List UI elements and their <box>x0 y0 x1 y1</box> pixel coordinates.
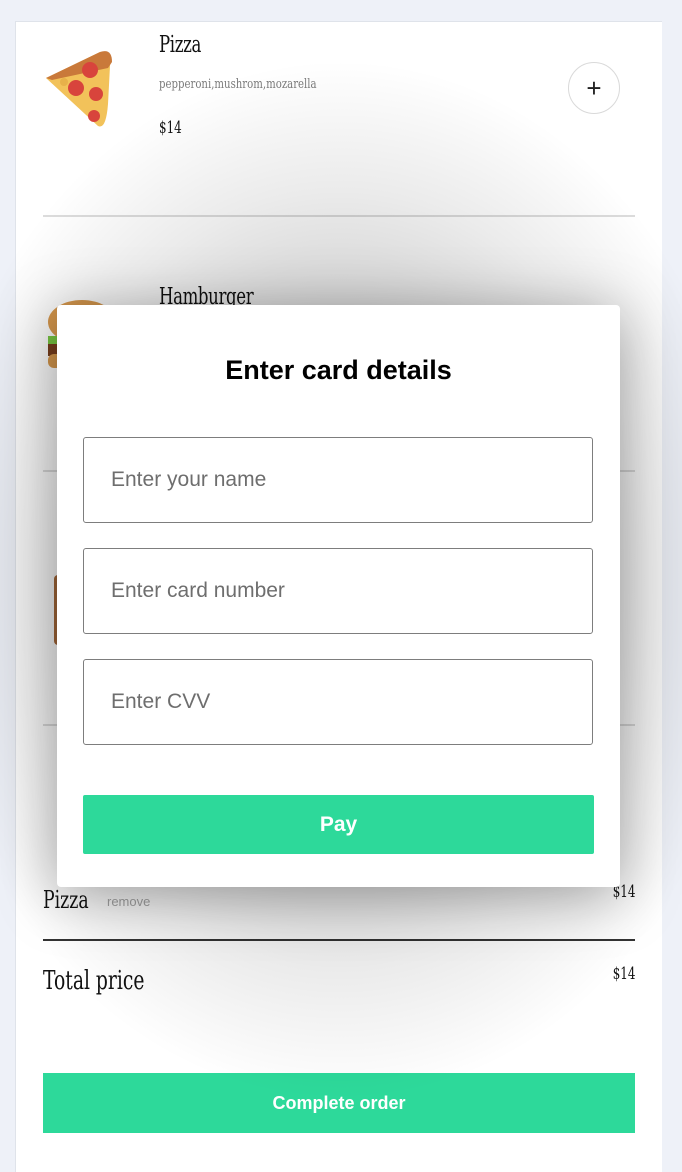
divider <box>43 215 635 217</box>
cart-total: Total price $14 <box>43 964 635 1006</box>
pizza-icon <box>46 51 112 127</box>
name-input[interactable] <box>83 437 593 523</box>
cart-divider <box>43 939 635 941</box>
item-name: Pizza <box>159 32 201 58</box>
add-pizza-button[interactable]: + <box>568 62 620 114</box>
total-label: Total price <box>43 966 145 996</box>
complete-order-button[interactable]: Complete order <box>43 1073 635 1133</box>
plus-icon: + <box>586 73 602 103</box>
modal-title: Enter card details <box>225 355 452 385</box>
cart-item: Pizza remove $14 <box>43 882 635 926</box>
card-details-modal: Enter card details Pay <box>57 305 620 887</box>
cvv-input[interactable] <box>83 659 593 745</box>
total-price: $14 <box>612 964 635 984</box>
menu-item-pizza: Pizza pepperoni,mushrom,mozarella $14 + <box>16 22 662 277</box>
remove-link[interactable]: remove <box>107 894 150 909</box>
cart-item-name: Pizza <box>43 886 89 914</box>
card-number-input[interactable] <box>83 548 593 634</box>
pay-button[interactable]: Pay <box>83 795 594 854</box>
item-ingredients: pepperoni,mushrom,mozarella <box>159 77 317 92</box>
item-price: $14 <box>159 118 182 138</box>
